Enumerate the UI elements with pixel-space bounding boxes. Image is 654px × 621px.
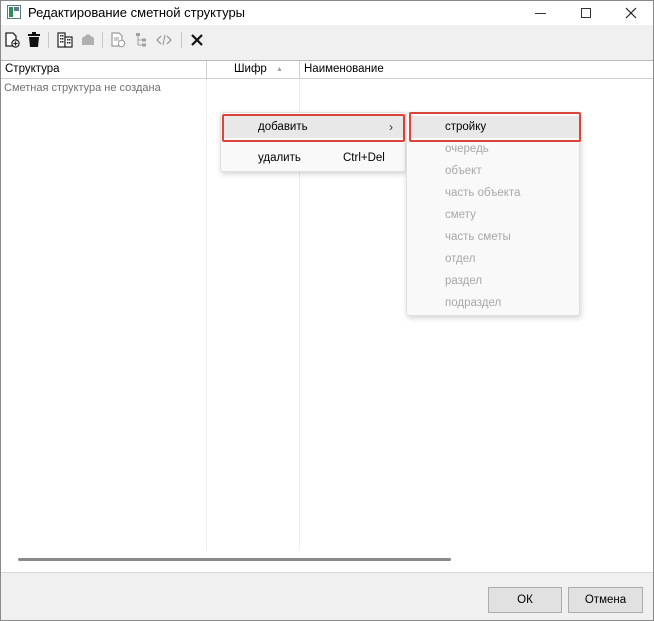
column-header-code[interactable]: Шифр ▲: [207, 61, 300, 79]
submenu-item-section[interactable]: раздел: [409, 270, 579, 292]
folder-button[interactable]: [78, 30, 98, 50]
submenu-item-label: смету: [445, 209, 476, 221]
tree-icon: [136, 33, 146, 47]
minimize-button[interactable]: [518, 1, 562, 25]
submenu-item-department[interactable]: отдел: [409, 248, 579, 270]
column-header-structure[interactable]: Структура: [1, 61, 207, 79]
menu-item-delete-label: удалить: [258, 152, 301, 164]
maximize-button[interactable]: [564, 1, 608, 25]
menu-item-delete[interactable]: удалить Ctrl+Del: [223, 147, 405, 169]
submenu-item-label: часть объекта: [445, 187, 521, 199]
tree-button[interactable]: [131, 30, 151, 50]
title-bar: Редактирование сметной структуры: [1, 1, 653, 25]
app-icon: [7, 5, 21, 19]
folder-icon: [82, 34, 94, 45]
submenu-item-object-part[interactable]: часть объекта: [409, 182, 579, 204]
ok-button[interactable]: ОК: [488, 587, 562, 613]
maximize-icon: [581, 8, 591, 18]
add-item-button[interactable]: [2, 30, 22, 50]
close-window-button[interactable]: [609, 1, 653, 25]
sort-ascending-icon: ▲: [276, 66, 283, 73]
dialog-footer: ОК Отмена: [1, 572, 653, 620]
window-title: Редактирование сметной структуры: [28, 5, 246, 20]
building-icon: [57, 32, 73, 48]
toolbar-separator: [102, 32, 103, 48]
submenu-item-queue[interactable]: очередь: [409, 138, 579, 160]
minimize-icon: [534, 12, 546, 14]
submenu-item-label: часть сметы: [445, 231, 511, 243]
export-button[interactable]: [108, 30, 128, 50]
submenu-item-object[interactable]: объект: [409, 160, 579, 182]
submenu-item-label: очередь: [445, 143, 489, 155]
code-button[interactable]: [154, 30, 174, 50]
toolbar: [1, 26, 653, 54]
submenu-item-estimate-part[interactable]: часть сметы: [409, 226, 579, 248]
submenu-item-label: отдел: [445, 253, 476, 265]
menu-item-delete-shortcut: Ctrl+Del: [343, 152, 385, 164]
export-icon: [111, 32, 126, 48]
submenu-item-label: подраздел: [445, 297, 502, 309]
cancel-button[interactable]: Отмена: [568, 587, 643, 613]
structure-button[interactable]: [55, 30, 75, 50]
toolbar-separator: [181, 32, 182, 48]
column-divider: [206, 79, 207, 551]
delete-button[interactable]: [24, 30, 44, 50]
column-header-name[interactable]: Наименование: [300, 61, 653, 79]
submenu-item-label: раздел: [445, 275, 483, 287]
submenu-item-label: объект: [445, 165, 482, 177]
close-icon: [625, 7, 637, 19]
highlight-box: [222, 114, 405, 142]
empty-message: Сметная структура не создана: [4, 82, 161, 94]
cancel-edit-button[interactable]: [187, 30, 207, 50]
grid-header: Структура Шифр ▲ Наименование: [1, 61, 653, 79]
add-doc-icon: [5, 32, 20, 48]
add-submenu: стройку очередь объект часть объекта сме…: [406, 112, 581, 316]
horizontal-scrollbar[interactable]: [18, 558, 451, 561]
toolbar-separator: [48, 32, 49, 48]
submenu-item-subsection[interactable]: подраздел: [409, 292, 579, 314]
context-menu: добавить › удалить Ctrl+Del: [220, 112, 406, 172]
submenu-item-estimate[interactable]: смету: [409, 204, 579, 226]
column-header-code-label: Шифр: [234, 63, 267, 75]
code-icon: [156, 34, 172, 46]
trash-icon: [28, 32, 40, 47]
close-x-icon: [191, 34, 203, 46]
